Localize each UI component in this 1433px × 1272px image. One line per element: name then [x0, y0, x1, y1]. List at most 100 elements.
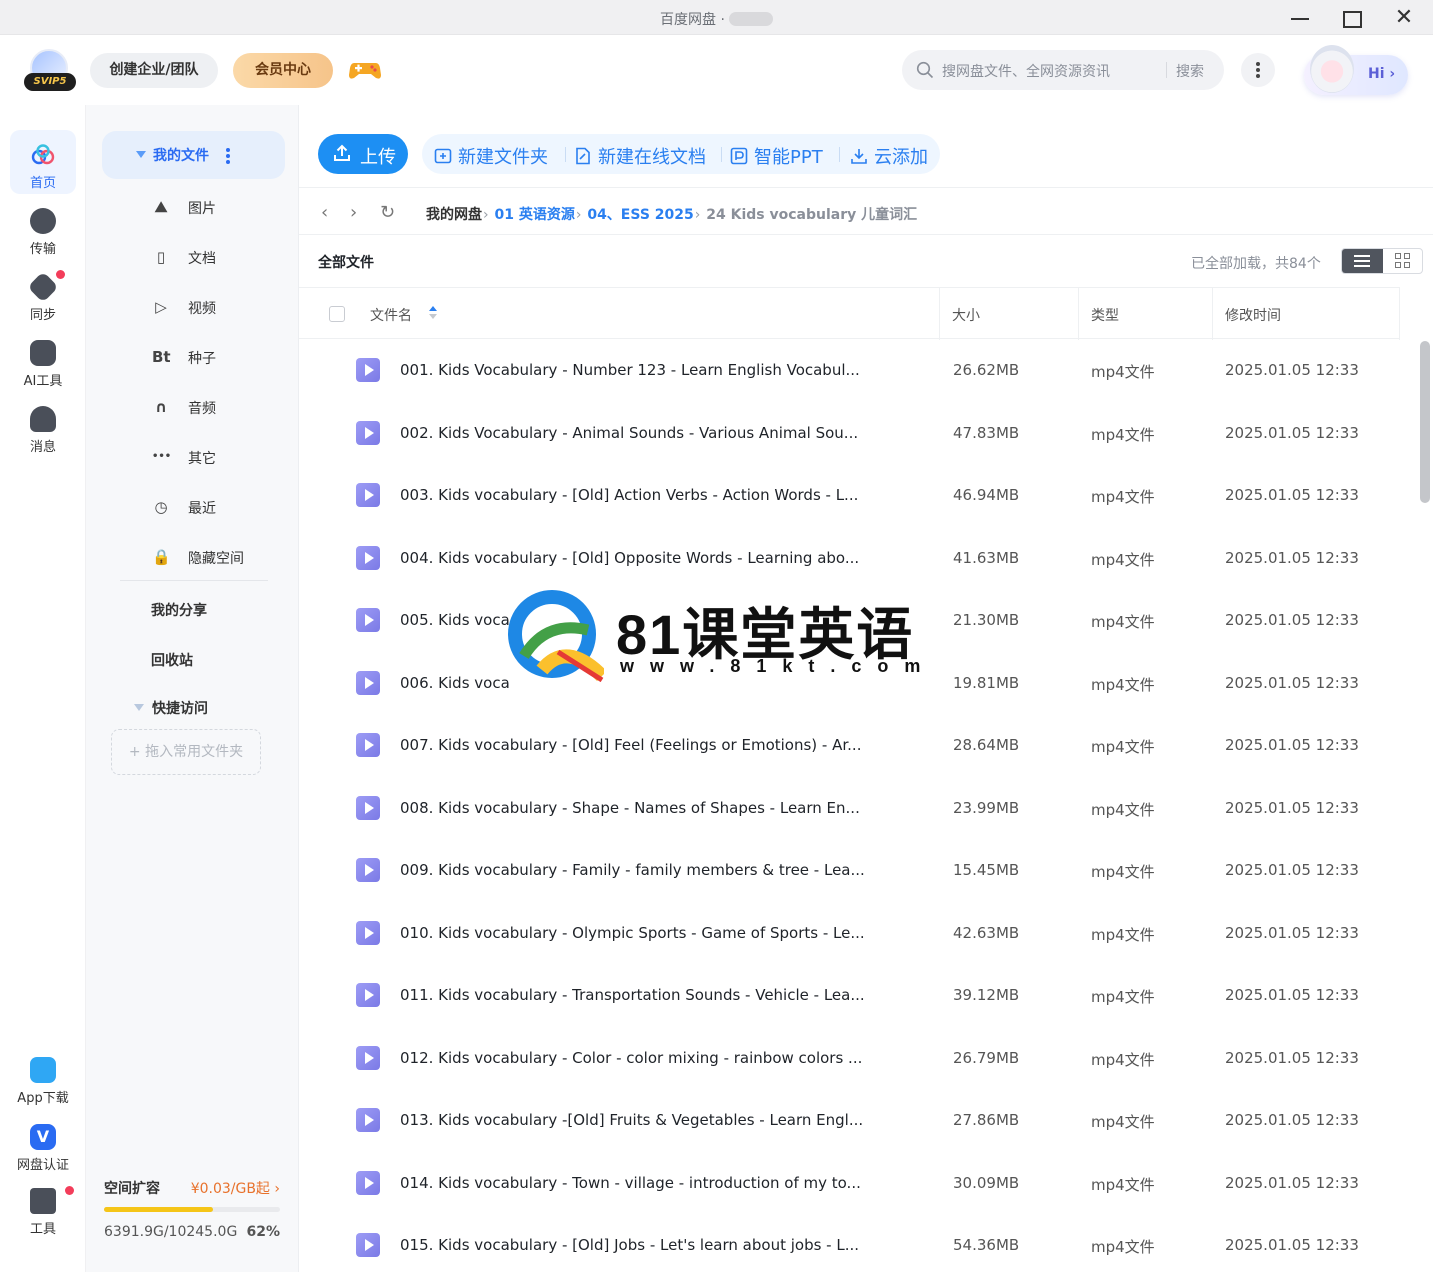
column-divider[interactable]	[939, 288, 940, 340]
table-row[interactable]: 004. Kids vocabulary - [Old] Opposite Wo…	[299, 527, 1400, 590]
table-row[interactable]: 001. Kids Vocabulary - Number 123 - Lear…	[299, 339, 1400, 402]
watermark: 81课堂英语 www.81kt.com	[506, 590, 920, 682]
close-button[interactable]: ✕	[1392, 6, 1416, 30]
search-box[interactable]: 搜网盘文件、全网资源资讯 搜索	[902, 50, 1224, 90]
table-row[interactable]: 009. Kids vocabulary - Family - family m…	[299, 839, 1400, 902]
sidebar-item-category[interactable]: ▯ 文档	[146, 237, 286, 277]
vip-center-button[interactable]: 会员中心	[233, 53, 333, 88]
create-team-button[interactable]: 创建企业/团队	[90, 53, 218, 88]
file-name[interactable]: 014. Kids vocabulary - Town - village - …	[400, 1174, 861, 1192]
sidebar-item-category[interactable]: ⛰ 图片	[146, 187, 286, 227]
table-row[interactable]: 012. Kids vocabulary - Color - color mix…	[299, 1027, 1400, 1090]
sidebar-item-category[interactable]: ◷ 最近	[146, 487, 286, 527]
rail-item-transfer[interactable]: 传输	[10, 196, 76, 260]
minimize-button[interactable]	[1289, 6, 1313, 30]
search-input[interactable]: 搜网盘文件、全网资源资讯	[942, 61, 1110, 81]
breadcrumb-level2[interactable]: 04、ESS 2025	[587, 207, 693, 223]
rail-item-sync[interactable]: 同步	[10, 262, 76, 326]
window-title-text: 百度网盘 ·	[660, 12, 725, 28]
list-heading: 全部文件	[318, 255, 374, 271]
quick-access-dropzone[interactable]: + 拖入常用文件夹	[111, 729, 261, 775]
file-name[interactable]: 002. Kids Vocabulary - Animal Sounds - V…	[400, 424, 858, 442]
table-row[interactable]: 010. Kids vocabulary - Olympic Sports - …	[299, 902, 1400, 965]
expand-storage-link[interactable]: ¥0.03/GB起 ›	[191, 1178, 280, 1198]
back-icon[interactable]: ‹	[321, 202, 328, 223]
breadcrumb-root[interactable]: 我的网盘	[426, 207, 482, 223]
list-scrollbar[interactable]	[1420, 341, 1430, 503]
file-type: mp4文件	[1091, 1050, 1155, 1069]
sidebar-item-recycle-bin[interactable]: 回收站	[151, 650, 193, 670]
sidebar-item-category[interactable]: 🔒 隐藏空间	[146, 537, 286, 577]
file-name[interactable]: 006. Kids voca	[400, 674, 510, 692]
table-row[interactable]: 003. Kids vocabulary - [Old] Action Verb…	[299, 464, 1400, 527]
list-view-button[interactable]	[1342, 249, 1383, 273]
play-icon: ▷	[155, 298, 167, 316]
select-all-checkbox[interactable]	[329, 306, 345, 322]
file-name[interactable]: 004. Kids vocabulary - [Old] Opposite Wo…	[400, 549, 859, 567]
new-folder-button[interactable]: 新建文件夹	[434, 143, 548, 169]
table-row[interactable]: 015. Kids vocabulary - [Old] Jobs - Let'…	[299, 1214, 1400, 1272]
file-name[interactable]: 010. Kids vocabulary - Olympic Sports - …	[400, 924, 865, 942]
refresh-icon[interactable]: ↻	[380, 202, 395, 223]
file-name[interactable]: 008. Kids vocabulary - Shape - Names of …	[400, 799, 860, 817]
file-name[interactable]: 012. Kids vocabulary - Color - color mix…	[400, 1049, 862, 1067]
rail-item-messages[interactable]: 消息	[10, 394, 76, 458]
column-header-name[interactable]: 文件名	[370, 305, 412, 325]
table-row[interactable]: 002. Kids Vocabulary - Animal Sounds - V…	[299, 402, 1400, 465]
rail-item-tools[interactable]: 工具	[10, 1176, 76, 1240]
sidebar-item-my-files[interactable]: 我的文件	[102, 131, 285, 179]
cloud-add-button[interactable]: 云添加	[850, 143, 928, 169]
category-label: 视频	[188, 301, 216, 317]
caret-down-icon[interactable]	[136, 151, 146, 158]
kebab-dot	[226, 160, 230, 164]
smart-ppt-button[interactable]: 智能PPT	[730, 143, 823, 169]
quota-percent: 62%	[246, 1224, 280, 1240]
rail-item-verify[interactable]: V 网盘认证	[10, 1112, 76, 1176]
sidebar-item-category[interactable]: ▷ 视频	[146, 287, 286, 327]
more-menu-button[interactable]	[1241, 53, 1275, 87]
kebab-icon[interactable]	[226, 148, 230, 164]
quick-access-header[interactable]: 快捷访问	[134, 698, 208, 718]
rail-item-app-download[interactable]: App下载	[10, 1045, 76, 1109]
file-name[interactable]: 011. Kids vocabulary - Transportation So…	[400, 986, 865, 1004]
search-button[interactable]: 搜索	[1176, 61, 1204, 81]
rail-item-home[interactable]: 首页	[10, 130, 76, 194]
sidebar-item-category[interactable]: ••• 其它	[146, 437, 286, 477]
file-name[interactable]: 007. Kids vocabulary - [Old] Feel (Feeli…	[400, 736, 861, 754]
forward-icon[interactable]: ›	[350, 202, 357, 223]
table-row[interactable]: 007. Kids vocabulary - [Old] Feel (Feeli…	[299, 714, 1400, 777]
sidebar-item-category[interactable]: ∩ 音频	[146, 387, 286, 427]
sidebar-item-category[interactable]: Bt 种子	[146, 337, 286, 377]
sidebar-item-my-share[interactable]: 我的分享	[151, 600, 207, 620]
ai-assistant-button[interactable]: Hi ›	[1304, 45, 1408, 95]
video-file-icon	[356, 795, 380, 820]
video-file-icon	[356, 1233, 380, 1257]
file-name[interactable]: 015. Kids vocabulary - [Old] Jobs - Let'…	[400, 1236, 859, 1254]
upload-button[interactable]: 上传	[318, 134, 408, 174]
column-header-modified[interactable]: 修改时间	[1225, 305, 1281, 325]
file-type: mp4文件	[1091, 425, 1155, 444]
rail-item-ai-tools[interactable]: AI工具	[10, 328, 76, 392]
column-header-type[interactable]: 类型	[1091, 305, 1119, 325]
user-avatar[interactable]: SVIP5	[24, 49, 76, 91]
table-row[interactable]: 011. Kids vocabulary - Transportation So…	[299, 964, 1400, 1027]
table-row[interactable]: 013. Kids vocabulary -[Old] Fruits & Veg…	[299, 1089, 1400, 1152]
file-name[interactable]: 013. Kids vocabulary -[Old] Fruits & Veg…	[400, 1111, 863, 1129]
file-name[interactable]: 009. Kids vocabulary - Family - family m…	[400, 861, 865, 879]
file-name[interactable]: 003. Kids vocabulary - [Old] Action Verb…	[400, 486, 858, 504]
column-divider[interactable]	[1078, 288, 1079, 340]
column-header-size[interactable]: 大小	[952, 305, 980, 325]
gamepad-icon[interactable]	[348, 59, 382, 81]
table-row[interactable]: 014. Kids vocabulary - Town - village - …	[299, 1152, 1400, 1215]
file-name[interactable]: 005. Kids voca	[400, 611, 510, 629]
category-label: 音频	[188, 401, 216, 417]
sort-up-arrow	[429, 306, 437, 311]
maximize-button[interactable]	[1340, 6, 1364, 30]
table-row[interactable]: 008. Kids vocabulary - Shape - Names of …	[299, 777, 1400, 840]
new-online-doc-button[interactable]: 新建在线文档	[574, 143, 706, 169]
grid-view-button[interactable]	[1383, 249, 1422, 273]
breadcrumb-level1[interactable]: 01 英语资源	[494, 207, 574, 223]
file-name[interactable]: 001. Kids Vocabulary - Number 123 - Lear…	[400, 361, 860, 379]
column-divider[interactable]	[1212, 288, 1213, 340]
sort-icon[interactable]	[429, 306, 437, 320]
